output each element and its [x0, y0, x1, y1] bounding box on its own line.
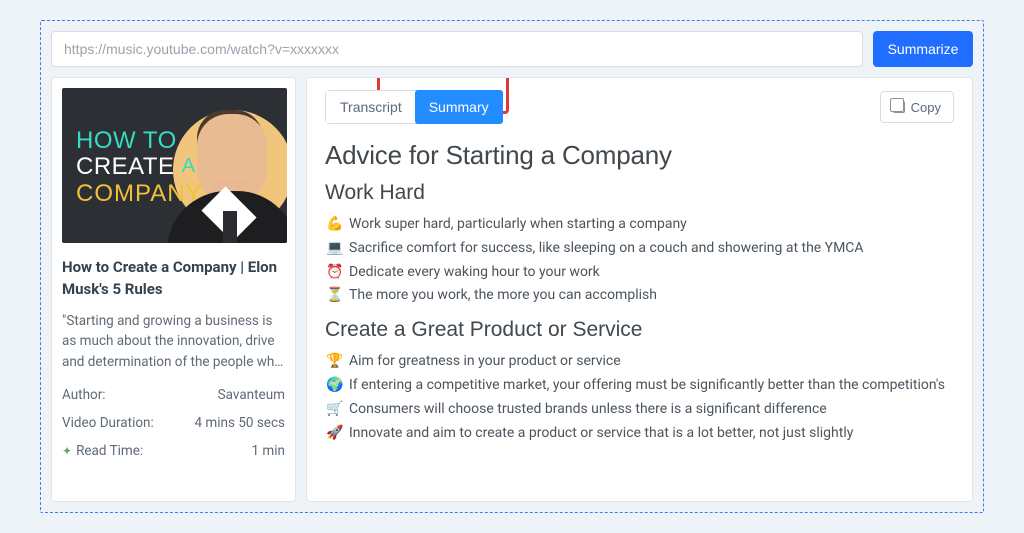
- item-text: Work super hard, particularly when start…: [349, 216, 687, 232]
- summary-card: Transcript Summary Copy Advice for Start…: [306, 77, 973, 502]
- sparkle-icon: ✦: [62, 444, 72, 458]
- list-item: 💪Work super hard, particularly when star…: [325, 213, 954, 237]
- readtime-label: ✦Read Time:: [62, 443, 143, 459]
- top-row: Summarize: [51, 31, 973, 67]
- item-text: If entering a competitive market, your o…: [349, 377, 945, 393]
- duration-label: Video Duration:: [62, 415, 154, 431]
- summary-title: Advice for Starting a Company: [325, 140, 954, 171]
- thumbnail-text: HOW TO CREATE A COMPANY: [76, 128, 207, 207]
- video-description: "Starting and growing a business is as m…: [62, 311, 285, 374]
- author-value: Savanteum: [218, 387, 285, 403]
- emoji-icon: ⏰: [325, 261, 345, 285]
- item-text: Innovate and aim to create a product or …: [349, 425, 853, 441]
- summarize-button[interactable]: Summarize: [873, 31, 973, 67]
- emoji-icon: 💪: [325, 213, 345, 237]
- summary-toolbar: Transcript Summary Copy: [325, 90, 954, 124]
- meta-readtime: ✦Read Time: 1 min: [62, 437, 285, 465]
- list-item: ⏰Dedicate every waking hour to your work: [325, 261, 954, 285]
- emoji-icon: ⏳: [325, 284, 345, 308]
- video-info-card: HOW TO CREATE A COMPANY How to Create a …: [51, 77, 296, 502]
- url-input[interactable]: [51, 31, 863, 67]
- copy-button[interactable]: Copy: [880, 91, 954, 123]
- section-list: 🏆Aim for greatness in your product or se…: [325, 350, 954, 445]
- list-item: 🚀Innovate and aim to create a product or…: [325, 422, 954, 446]
- item-text: Dedicate every waking hour to your work: [349, 264, 600, 280]
- emoji-icon: 🛒: [325, 398, 345, 422]
- video-thumbnail: HOW TO CREATE A COMPANY: [62, 88, 287, 243]
- list-item: ⏳The more you work, the more you can acc…: [325, 284, 954, 308]
- item-text: Consumers will choose trusted brands unl…: [349, 401, 827, 417]
- copy-label: Copy: [911, 100, 941, 115]
- tab-group: Transcript Summary: [325, 90, 503, 124]
- meta-author: Author: Savanteum: [62, 381, 285, 409]
- author-label: Author:: [62, 387, 106, 403]
- section-list: 💪Work super hard, particularly when star…: [325, 213, 954, 308]
- emoji-icon: 🌍: [325, 374, 345, 398]
- meta-duration: Video Duration: 4 mins 50 secs: [62, 409, 285, 437]
- item-text: The more you work, the more you can acco…: [349, 287, 657, 303]
- emoji-icon: 🏆: [325, 350, 345, 374]
- video-title: How to Create a Company | Elon Musk's 5 …: [62, 257, 285, 301]
- app-frame: Summarize HOW TO CREATE A COMPANY H: [40, 20, 984, 513]
- item-text: Aim for greatness in your product or ser…: [349, 353, 621, 369]
- list-item: 🏆Aim for greatness in your product or se…: [325, 350, 954, 374]
- list-item: 🛒Consumers will choose trusted brands un…: [325, 398, 954, 422]
- list-item: 💻Sacrifice comfort for success, like sle…: [325, 237, 954, 261]
- copy-icon: [893, 101, 905, 113]
- tab-transcript[interactable]: Transcript: [326, 91, 416, 123]
- item-text: Sacrifice comfort for success, like slee…: [349, 240, 864, 256]
- readtime-value: 1 min: [251, 443, 285, 459]
- body-row: HOW TO CREATE A COMPANY How to Create a …: [51, 77, 973, 502]
- list-item: 🌍If entering a competitive market, your …: [325, 374, 954, 398]
- emoji-icon: 🚀: [325, 422, 345, 446]
- section-heading: Create a Great Product or Service: [325, 318, 954, 342]
- emoji-icon: 💻: [325, 237, 345, 261]
- summary-content: Advice for Starting a Company Work Hard …: [325, 140, 954, 500]
- section-heading: Work Hard: [325, 181, 954, 205]
- thumbnail-figure-tie: [223, 211, 237, 243]
- tab-summary[interactable]: Summary: [415, 90, 503, 124]
- duration-value: 4 mins 50 secs: [194, 415, 285, 431]
